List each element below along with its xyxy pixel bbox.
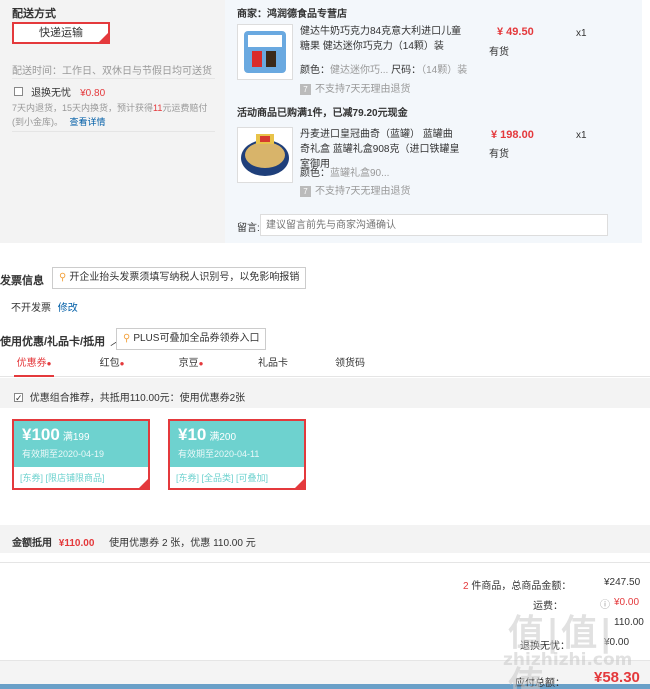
divider bbox=[0, 562, 650, 563]
coupon-tags: [东券] [限店铺限商品] bbox=[20, 473, 105, 483]
attr-color: 蓝罐礼盒90... bbox=[330, 168, 390, 179]
product-qty-1: x1 bbox=[576, 28, 587, 39]
location-pin-icon: ⚲ bbox=[123, 333, 131, 344]
express-shipping-button[interactable]: 快递运输 bbox=[12, 22, 110, 44]
invoice-status-row: 不开发票 修改 bbox=[11, 299, 78, 314]
coupon-amount: ¥10 bbox=[178, 425, 207, 444]
merchant-name: 商家：鸿润德食品专营店 bbox=[237, 9, 347, 20]
coupon-card[interactable]: ¥100 满199 有效期至2020-04-19 [东券] [限店铺限商品] bbox=[12, 419, 150, 490]
watermark-logo: 值|值|值 bbox=[508, 613, 615, 689]
tab-label: 京豆 bbox=[178, 358, 199, 369]
no-return-text-2: 不支持7天无理由退货 bbox=[315, 186, 411, 197]
combo-checkbox[interactable] bbox=[14, 393, 23, 402]
tab-label: 红包 bbox=[99, 358, 120, 369]
return-desc-part1: 7天内退货，15天内换货，预计获得 bbox=[12, 103, 154, 113]
product-price-1: ¥ 49.50 bbox=[497, 26, 534, 38]
plus-tip[interactable]: ⚲ PLUS可叠加全品券领券入口 bbox=[116, 328, 267, 350]
invoice-title: 发票信息 bbox=[0, 275, 44, 287]
items-text: 件商品，总商品金额： bbox=[471, 581, 572, 592]
discount-title-row[interactable]: 使用优惠/礼品卡/抵用 ︿ bbox=[0, 333, 121, 349]
attr-size-label: 尺码： bbox=[391, 65, 422, 76]
no-return-icon: 7 bbox=[300, 84, 311, 95]
coupon-amount: ¥100 bbox=[22, 425, 60, 444]
tab-dot: ● bbox=[46, 359, 52, 368]
invoice-tip-text: 开企业抬头发票须填写纳税人识别号，以免影响报销 bbox=[69, 272, 300, 283]
coupon-header: ¥10 满200 有效期至2020-04-11 bbox=[170, 421, 304, 467]
attr-color-label: 颜色： bbox=[300, 168, 330, 179]
tab-dot: ● bbox=[119, 359, 125, 368]
attr-color-label: 颜色： bbox=[300, 65, 330, 76]
product-stock-1: 有货 bbox=[489, 47, 509, 58]
no-return-icon: 7 bbox=[300, 186, 311, 197]
coupon-card[interactable]: ¥10 满200 有效期至2020-04-11 [东券] [全品类] [可叠加] bbox=[168, 419, 306, 490]
return-desc-part3: (到小金库)。 bbox=[12, 117, 63, 127]
product-name-1[interactable]: 健达牛奶巧克力84克意大利进口儿童糖果 健达迷你巧克力（14颗）装 bbox=[300, 24, 465, 54]
coupon-validity: 有效期至2020-04-11 bbox=[178, 449, 260, 459]
cookie-tin-image bbox=[241, 134, 289, 176]
product-thumb-2[interactable] bbox=[237, 127, 293, 183]
delivery-time: 配送时间：工作日、双休日与节假日均可送货 bbox=[12, 66, 212, 77]
no-return-1: 7 不支持7天无理由退货 bbox=[300, 80, 411, 95]
deduct-label: 金额抵用 bbox=[12, 538, 52, 549]
discount-title: 使用优惠/礼品卡/抵用 bbox=[0, 336, 106, 348]
invoice-status: 不开发票 bbox=[11, 303, 51, 314]
tab-label: 领货码 bbox=[335, 358, 365, 369]
selected-corner-icon bbox=[295, 479, 304, 488]
tab-coupons[interactable]: 优惠券● bbox=[14, 353, 54, 377]
kinder-chocolate-image bbox=[244, 31, 286, 73]
invoice-tip: ⚲ 开企业抬头发票须填写纳税人识别号，以免影响报销 bbox=[52, 267, 307, 289]
invoice-edit-link[interactable]: 修改 bbox=[58, 303, 78, 314]
return-desc-amount: 11 bbox=[153, 103, 163, 113]
divider bbox=[12, 78, 215, 79]
plus-tip-text: PLUS可叠加全品券领券入口 bbox=[133, 333, 260, 344]
product-price-2: ¥ 198.00 bbox=[491, 129, 534, 141]
selected-corner-icon bbox=[139, 479, 148, 488]
attr-size: （14颗）装 bbox=[421, 65, 468, 76]
summary-items-row: 2 件商品，总商品金额： bbox=[463, 577, 571, 592]
combo-row[interactable]: 优惠组合推荐，共抵用110.00元：使用优惠券2张 bbox=[14, 389, 245, 404]
product-attrs-2: 颜色：蓝罐礼盒90... bbox=[300, 164, 389, 179]
tab-jingdou[interactable]: 京豆● bbox=[175, 353, 207, 377]
tab-label: 礼品卡 bbox=[258, 358, 288, 369]
divider bbox=[12, 131, 215, 132]
deduct-desc: 使用优惠券 2 张，优惠 110.00 元 bbox=[109, 538, 256, 549]
coupon-header: ¥100 满199 有效期至2020-04-19 bbox=[14, 421, 148, 467]
return-insurance-checkbox[interactable] bbox=[14, 87, 23, 96]
no-return-text-1: 不支持7天无理由退货 bbox=[315, 84, 411, 95]
items-total: ¥247.50 bbox=[604, 577, 641, 588]
return-insurance-desc: 7天内退货，15天内换货，预计获得11元运费赔付 (到小金库)。 查看详情 bbox=[12, 101, 222, 129]
promo-text: 活动商品已购满1件，已减79.20元现金 bbox=[237, 108, 408, 119]
express-shipping-label: 快递运输 bbox=[39, 27, 83, 39]
product-stock-2: 有货 bbox=[489, 149, 509, 160]
coupon-tags: [东券] [全品类] [可叠加] bbox=[176, 473, 269, 483]
return-insurance-label: 退换无忧 bbox=[31, 88, 72, 99]
product-attrs-1: 颜色：健达迷你巧... 尺码：（14颗）装 bbox=[300, 61, 467, 76]
product-qty-2: x1 bbox=[576, 130, 587, 141]
detail-link[interactable]: 查看详情 bbox=[70, 117, 106, 127]
product-thumb-1[interactable] bbox=[237, 24, 293, 80]
coupon-condition: 满200 bbox=[209, 432, 237, 443]
deduct-amount: ¥110.00 bbox=[58, 538, 95, 549]
watermark-domain: zhizhizhi.com bbox=[503, 650, 633, 670]
message-label: 留言: bbox=[237, 223, 260, 234]
tab-label: 优惠券 bbox=[16, 358, 47, 369]
coupon-condition: 满199 bbox=[62, 432, 90, 443]
no-return-2: 7 不支持7天无理由退货 bbox=[300, 182, 411, 197]
tab-red-packet[interactable]: 红包● bbox=[96, 353, 128, 377]
tab-gift-card[interactable]: 礼品卡 bbox=[255, 353, 291, 377]
items-count: 2 bbox=[463, 581, 469, 592]
deduct-row: 金额抵用 ¥110.00 使用优惠券 2 张，优惠 110.00 元 bbox=[12, 534, 256, 549]
selected-corner-icon bbox=[99, 33, 108, 42]
tab-dot: ● bbox=[198, 359, 204, 368]
return-insurance-row[interactable]: 退换无忧 ¥0.80 bbox=[14, 84, 105, 99]
shipping-title: 配送方式 bbox=[12, 8, 56, 20]
combo-text: 优惠组合推荐，共抵用110.00元：使用优惠券2张 bbox=[29, 393, 246, 404]
location-pin-icon: ⚲ bbox=[59, 272, 67, 283]
return-desc-part2: 元运费赔付 bbox=[162, 103, 208, 113]
tab-pickup-code[interactable]: 领货码 bbox=[332, 353, 368, 377]
attr-color: 健达迷你巧... bbox=[330, 65, 389, 76]
return-insurance-price: ¥0.80 bbox=[80, 88, 106, 99]
message-input[interactable] bbox=[260, 214, 608, 236]
coupon-validity: 有效期至2020-04-19 bbox=[22, 449, 105, 459]
